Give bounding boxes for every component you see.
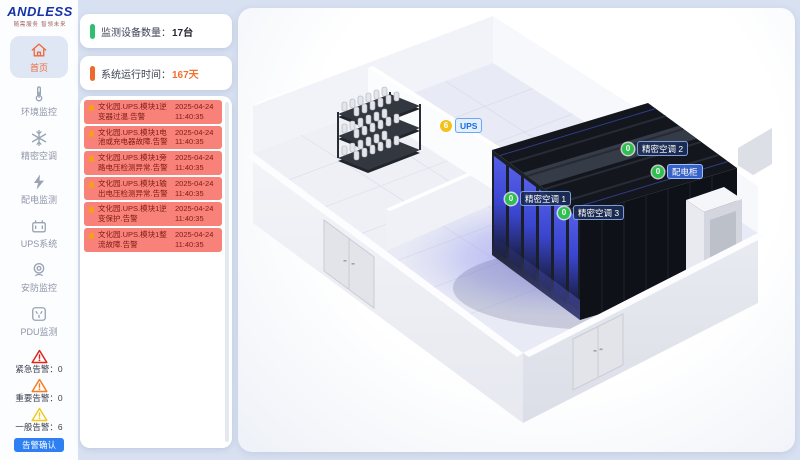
alert-text: 文化园.UPS.模块1整流故障.告警 bbox=[98, 230, 173, 250]
alarm-critical: 紧急告警：0 bbox=[15, 349, 62, 374]
scene-label-ac3[interactable]: 0 精密空调 3 bbox=[558, 205, 624, 220]
bell-icon bbox=[87, 232, 96, 241]
scene-label-ac2[interactable]: 0 精密空调 2 bbox=[622, 141, 688, 156]
alert-item[interactable]: 文化园.UPS.模块1逆变保护.告警 2025-04-2411:40:35 bbox=[84, 202, 222, 226]
bell-icon bbox=[87, 104, 96, 113]
alert-item[interactable]: 文化园.UPS.模块1电池或充电器故障.告警 2025-04-2411:40:3… bbox=[84, 126, 222, 150]
alert-panel: 文化园.UPS.模块1逆变器过温.告警 2025-04-2411:40:35 文… bbox=[80, 96, 232, 448]
stat-uptime-label: 系统运行时间： bbox=[101, 66, 171, 81]
ac2-status-badge: 0 bbox=[622, 143, 634, 155]
alert-date: 2025-04-24 bbox=[175, 179, 213, 188]
sidebar-item-label: 安防监控 bbox=[21, 283, 57, 293]
snowflake-icon bbox=[29, 128, 49, 148]
brand-tagline: 随需服务 智领未来 bbox=[9, 19, 70, 27]
alert-text: 文化园.UPS.模块1逆变器过温.告警 bbox=[98, 102, 173, 122]
sidebar-nav: 首页 环境监控 精密空调 配电监测 UPS系统 安防监控 PDU监测 bbox=[0, 36, 78, 344]
alert-time: 11:40:35 bbox=[175, 189, 204, 198]
warning-triangle-critical-icon bbox=[31, 349, 48, 364]
alarm-critical-label: 紧急告警： bbox=[15, 364, 58, 374]
brand-name: ANDLESS bbox=[6, 5, 74, 19]
alert-time: 11:40:35 bbox=[175, 112, 204, 121]
camera-icon bbox=[29, 260, 49, 280]
alert-text: 文化园.UPS.模块1输出电压检测异常.告警 bbox=[98, 179, 173, 199]
alarm-minor-count: 6 bbox=[58, 422, 63, 432]
alert-time: 11:40:35 bbox=[175, 163, 204, 172]
alert-text: 文化园.UPS.模块1旁路电压检测异常.告警 bbox=[98, 153, 173, 173]
ac3-label: 精密空调 3 bbox=[573, 205, 624, 220]
brand-logo: ANDLESS 随需服务 智领未来 bbox=[0, 0, 78, 30]
room-3d-panel: 6 UPS 0 精密空调 1 0 精密空调 2 0 精密空调 3 0 配电柜 bbox=[238, 8, 795, 452]
bell-icon bbox=[87, 206, 96, 215]
sidebar-item-label: UPS系统 bbox=[21, 239, 58, 249]
stat-card-devices: 监测设备数量： 17台 bbox=[80, 14, 232, 48]
alarm-summary: 紧急告警：0 重要告警：0 一般告警：6 告警确认 bbox=[0, 349, 78, 452]
alert-time: 11:40:35 bbox=[175, 214, 204, 223]
alert-item[interactable]: 文化园.UPS.模块1整流故障.告警 2025-04-2411:40:35 bbox=[84, 228, 222, 252]
alarm-confirm-button[interactable]: 告警确认 bbox=[14, 438, 64, 452]
sidebar-item-environment[interactable]: 环境监控 bbox=[10, 80, 68, 122]
warning-triangle-minor-icon bbox=[31, 407, 48, 422]
socket-icon bbox=[29, 304, 49, 324]
alarm-major-label: 重要告警： bbox=[15, 393, 58, 403]
alarm-minor-label: 一般告警： bbox=[15, 422, 58, 432]
sidebar-item-pdu[interactable]: PDU监测 bbox=[10, 300, 68, 342]
alarm-major: 重要告警：0 bbox=[15, 378, 62, 403]
alert-text: 文化园.UPS.模块1逆变保护.告警 bbox=[98, 204, 173, 224]
stat-card-uptime: 系统运行时间： 167天 bbox=[80, 56, 232, 90]
sidebar-item-precision-ac[interactable]: 精密空调 bbox=[10, 124, 68, 166]
alert-text: 文化园.UPS.模块1电池或充电器故障.告警 bbox=[98, 128, 173, 148]
stat-uptime-value: 167天 bbox=[172, 66, 199, 81]
ac2-label: 精密空调 2 bbox=[637, 141, 688, 156]
bell-icon bbox=[87, 155, 96, 164]
cabinet-label: 配电柜 bbox=[667, 164, 703, 179]
lightning-icon bbox=[29, 172, 49, 192]
sidebar-item-security[interactable]: 安防监控 bbox=[10, 256, 68, 298]
ups-alarm-badge: 6 bbox=[440, 120, 452, 132]
bell-icon bbox=[87, 130, 96, 139]
alarm-minor: 一般告警：6 bbox=[15, 407, 62, 432]
alert-time: 11:40:35 bbox=[175, 137, 204, 146]
alert-date: 2025-04-24 bbox=[175, 128, 213, 137]
stat-devices-value: 17台 bbox=[172, 24, 193, 39]
alert-date: 2025-04-24 bbox=[175, 230, 213, 239]
ups-label: UPS bbox=[455, 118, 482, 133]
stat-accent-green bbox=[90, 24, 95, 39]
cabinet-status-badge: 0 bbox=[652, 166, 664, 178]
room-3d-scene bbox=[238, 8, 795, 452]
sidebar-item-label: PDU监测 bbox=[20, 327, 57, 337]
sidebar-item-label: 环境监控 bbox=[21, 107, 57, 117]
alert-scrollbar[interactable] bbox=[225, 102, 229, 442]
scene-label-ups[interactable]: 6 UPS bbox=[440, 118, 482, 133]
battery-icon bbox=[29, 216, 49, 236]
ac1-label: 精密空调 1 bbox=[520, 191, 571, 206]
alarm-major-count: 0 bbox=[58, 393, 63, 403]
sidebar-item-home[interactable]: 首页 bbox=[10, 36, 68, 78]
sidebar-item-label: 精密空调 bbox=[21, 151, 57, 161]
scene-label-ac1[interactable]: 0 精密空调 1 bbox=[505, 191, 571, 206]
alert-time: 11:40:35 bbox=[175, 240, 204, 249]
sidebar-item-label: 配电监测 bbox=[21, 195, 57, 205]
stat-accent-orange bbox=[90, 66, 95, 81]
alert-date: 2025-04-24 bbox=[175, 153, 213, 162]
alert-item[interactable]: 文化园.UPS.模块1输出电压检测异常.告警 2025-04-2411:40:3… bbox=[84, 177, 222, 201]
sidebar-item-label: 首页 bbox=[30, 63, 48, 73]
sidebar-item-ups-system[interactable]: UPS系统 bbox=[10, 212, 68, 254]
sidebar: ANDLESS 随需服务 智领未来 首页 环境监控 精密空调 配电监测 UPS系… bbox=[0, 0, 78, 460]
alert-item[interactable]: 文化园.UPS.模块1旁路电压检测异常.告警 2025-04-2411:40:3… bbox=[84, 151, 222, 175]
stat-devices-label: 监测设备数量： bbox=[101, 24, 171, 39]
ac1-status-badge: 0 bbox=[505, 193, 517, 205]
alert-date: 2025-04-24 bbox=[175, 102, 213, 111]
alert-date: 2025-04-24 bbox=[175, 204, 213, 213]
bell-icon bbox=[87, 181, 96, 190]
home-icon bbox=[29, 40, 49, 60]
alert-item[interactable]: 文化园.UPS.模块1逆变器过温.告警 2025-04-2411:40:35 bbox=[84, 100, 222, 124]
scene-label-cabinet[interactable]: 0 配电柜 bbox=[652, 164, 703, 179]
ac3-status-badge: 0 bbox=[558, 207, 570, 219]
thermometer-icon bbox=[29, 84, 49, 104]
warning-triangle-major-icon bbox=[31, 378, 48, 393]
alarm-critical-count: 0 bbox=[58, 364, 63, 374]
sidebar-item-power-distribution[interactable]: 配电监测 bbox=[10, 168, 68, 210]
